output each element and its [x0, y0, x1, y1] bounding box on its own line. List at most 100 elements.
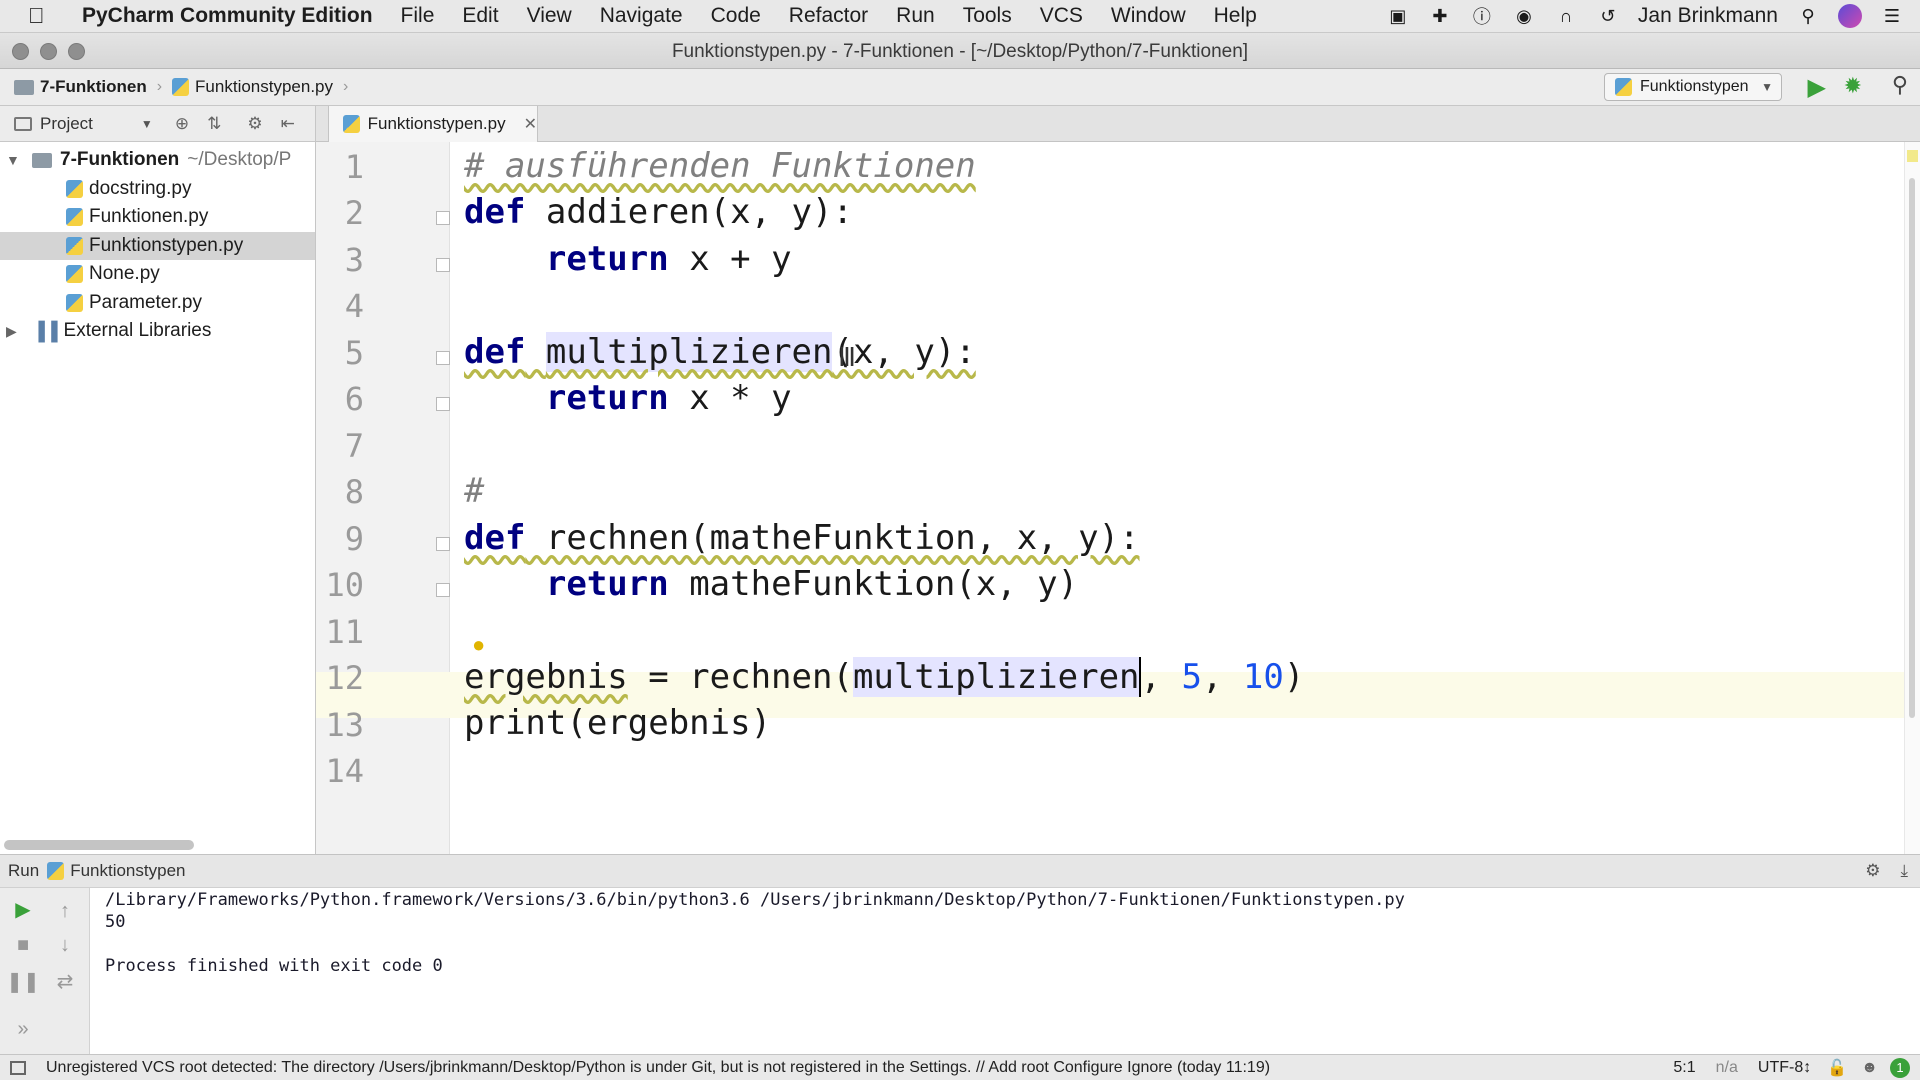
locate-target-icon[interactable]: ⊕ — [175, 114, 189, 134]
fold-toggle-icon[interactable] — [436, 351, 450, 365]
menu-window[interactable]: Window — [1097, 4, 1200, 28]
code-text: x * y — [668, 378, 792, 418]
root-folder-path: ~/Desktop/P — [187, 149, 292, 171]
spotlight-search-icon[interactable]: ⚲ — [1796, 4, 1820, 28]
tree-file-funktionstypen[interactable]: Funktionstypen.py — [0, 231, 315, 260]
menu-navigate[interactable]: Navigate — [586, 4, 697, 28]
screen-recorder-icon[interactable]: ▣ — [1386, 4, 1410, 28]
user-name[interactable]: Jan Brinkmann — [1638, 4, 1778, 28]
expanded-arrow-icon[interactable]: ▼ — [6, 152, 20, 168]
code-editor[interactable]: # ausführenden Funktionen def addieren(x… — [450, 142, 1904, 854]
breadcrumb-project[interactable]: 7-Funktionen — [14, 77, 147, 97]
hide-panel-icon[interactable]: ⇤ — [281, 114, 295, 134]
line-number: 4 — [344, 287, 364, 325]
password-manager-icon[interactable]: ⓘ — [1470, 4, 1494, 28]
inspection-status-icon[interactable] — [1907, 150, 1918, 162]
collapse-all-icon[interactable]: ⇅ — [207, 114, 221, 134]
menu-help[interactable]: Help — [1200, 4, 1271, 28]
chevron-down-icon[interactable]: ▼ — [141, 117, 153, 131]
intention-bulb-icon[interactable]: ● — [472, 632, 485, 658]
notification-center-icon[interactable]: ☰ — [1880, 4, 1904, 28]
fold-end-icon[interactable] — [436, 583, 450, 597]
inspector-icon[interactable]: ☻ — [1861, 1059, 1878, 1077]
scroll-down-arrow-icon[interactable]: ↓ — [54, 934, 76, 956]
menu-run[interactable]: Run — [882, 4, 949, 28]
event-log-badge[interactable]: 1 — [1890, 1057, 1910, 1078]
code-text: = rechnen( — [627, 657, 853, 697]
horizontal-scrollbar[interactable] — [4, 840, 194, 850]
app-name-menu[interactable]: PyCharm Community Edition — [82, 4, 373, 28]
breadcrumb-project-label: 7-Funktionen — [40, 77, 147, 96]
menu-file[interactable]: File — [387, 4, 449, 28]
tree-file-funktionen[interactable]: Funktionen.py — [0, 203, 315, 232]
line-separator[interactable]: n/a — [1716, 1059, 1738, 1077]
scroll-up-arrow-icon[interactable]: ↑ — [54, 900, 76, 922]
lock-icon[interactable]: 🔓 — [1827, 1058, 1847, 1078]
vcs-warning-message[interactable]: Unregistered VCS root detected: The dire… — [46, 1059, 1270, 1077]
stop-icon[interactable]: ■ — [12, 934, 34, 956]
fold-toggle-icon[interactable] — [436, 211, 450, 225]
keyword-return: return — [545, 239, 669, 279]
run-play-icon[interactable]: ▶ — [1808, 73, 1826, 102]
tray-app-icon[interactable]: ∩ — [1554, 4, 1578, 28]
breadcrumb-file[interactable]: Funktionstypen.py — [172, 77, 333, 97]
apple-menu-icon[interactable]:  — [28, 3, 62, 29]
caret-position[interactable]: 5:1 — [1673, 1059, 1695, 1077]
tree-external-libraries[interactable]: ▶ ▐▐ External Libraries — [0, 317, 315, 346]
collapsed-arrow-icon[interactable]: ▶ — [6, 323, 17, 340]
pause-icon[interactable]: ❚❚ — [6, 970, 40, 993]
folder-icon — [32, 152, 52, 168]
rerun-play-icon[interactable]: ▶ — [12, 898, 34, 921]
tree-file-parameter[interactable]: Parameter.py — [0, 289, 315, 318]
project-view-select[interactable]: Project — [40, 114, 93, 134]
builtin-print: print — [464, 703, 567, 743]
line-number: 5 — [344, 334, 364, 372]
root-folder-name: 7-Funktionen — [60, 149, 180, 171]
editor-vertical-scrollbar[interactable] — [1904, 142, 1920, 854]
code-text: matheFunktion(x, y) — [668, 564, 1079, 604]
plus-tray-icon[interactable]: ✚ — [1428, 4, 1452, 28]
number-literal: 5 — [1181, 657, 1202, 697]
scrollbar-thumb[interactable] — [1909, 178, 1915, 718]
notes-tray-icon[interactable]: ◉ — [1512, 4, 1536, 28]
tree-root-folder[interactable]: ▼ 7-Funktionen ~/Desktop/P — [0, 146, 315, 175]
tree-file-docstring[interactable]: docstring.py — [0, 175, 315, 204]
line-number: 11 — [325, 613, 364, 651]
run-configuration-select[interactable]: Funktionstypen ▼ — [1604, 73, 1782, 101]
file-encoding[interactable]: UTF-8↕ — [1758, 1059, 1811, 1077]
line-number: 1 — [344, 148, 364, 186]
tree-file-none[interactable]: None.py — [0, 260, 315, 289]
run-configuration-label: Funktionstypen — [1640, 78, 1749, 95]
python-file-icon — [66, 236, 83, 255]
siri-icon[interactable] — [1838, 4, 1862, 28]
debug-bug-icon[interactable]: ✹ — [1844, 73, 1862, 99]
run-config-tab[interactable]: Funktionstypen — [70, 861, 185, 881]
fold-end-icon[interactable] — [436, 258, 450, 272]
menu-code[interactable]: Code — [697, 4, 775, 28]
settings-gear-icon[interactable]: ⚙ — [1865, 861, 1880, 881]
search-everywhere-icon[interactable]: ⚲ — [1892, 72, 1908, 98]
file-name: Funktionstypen.py — [89, 234, 244, 256]
fold-toggle-icon[interactable] — [436, 537, 450, 551]
variable-name: ergebnis — [464, 657, 628, 697]
soft-wrap-icon[interactable]: ⇄ — [54, 970, 76, 993]
menu-refactor[interactable]: Refactor — [775, 4, 882, 28]
toggle-tool-windows-icon[interactable] — [10, 1060, 26, 1075]
line-number: 12 — [325, 659, 364, 697]
close-tab-icon[interactable]: ✕ — [524, 114, 537, 134]
tab-funktionstypen[interactable]: Funktionstypen.py ✕ — [328, 106, 538, 142]
fold-end-icon[interactable] — [436, 397, 450, 411]
python-file-icon — [66, 208, 83, 227]
time-machine-icon[interactable]: ↺ — [1596, 4, 1620, 28]
more-actions-icon[interactable]: » — [12, 1018, 34, 1040]
hide-panel-icon[interactable]: ⤓ — [1900, 861, 1908, 881]
project-tree: ▼ 7-Funktionen ~/Desktop/P docstring.py … — [0, 142, 315, 346]
menu-vcs[interactable]: VCS — [1026, 4, 1097, 28]
keyword-return: return — [545, 564, 669, 604]
menu-edit[interactable]: Edit — [448, 4, 512, 28]
settings-gear-icon[interactable]: ⚙ — [247, 114, 262, 134]
menu-tools[interactable]: Tools — [949, 4, 1026, 28]
menu-view[interactable]: View — [513, 4, 586, 28]
run-console[interactable]: /Library/Frameworks/Python.framework/Ver… — [0, 888, 1920, 1054]
